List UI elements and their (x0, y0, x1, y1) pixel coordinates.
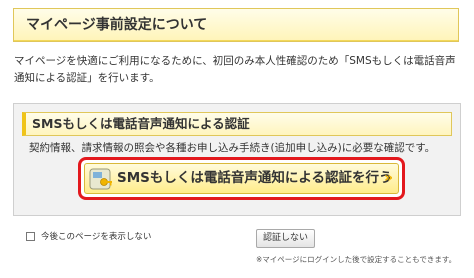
auth-panel-title: SMSもしくは電話音声通知による認証 (32, 116, 250, 131)
page-header: マイページ事前設定について (13, 8, 459, 42)
sms-voice-auth-button[interactable]: SMSもしくは電話音声通知による認証を行う » (84, 163, 399, 194)
auth-panel: SMSもしくは電話音声通知による認証 契約情報、請求情報の照会や各種お申し込み手… (13, 103, 461, 216)
double-chevron-right-icon: » (383, 170, 393, 186)
skip-auth-button[interactable]: 認証しない (256, 229, 315, 248)
auth-panel-description: 契約情報、請求情報の照会や各種お申し込み手続き(追加申し込み)に必要な確認です。 (29, 142, 436, 154)
auth-panel-header: SMSもしくは電話音声通知による認証 (22, 112, 452, 136)
page-title: マイページ事前設定について (26, 17, 208, 33)
intro-text: マイページを快適にご利用になるために、初回のみ本人性確認のため「SMSもしくは電… (14, 55, 456, 84)
settings-note: ※マイページにログインした後で設定することもできます。 (256, 255, 457, 264)
hide-page-option: 今後このページを表示しない (26, 229, 151, 243)
auth-button-label: SMSもしくは電話音声通知による認証を行う (117, 170, 393, 186)
hide-page-label[interactable]: 今後このページを表示しない (41, 230, 151, 242)
hide-page-checkbox[interactable] (26, 231, 35, 241)
phone-key-icon (89, 167, 113, 191)
auth-button-highlight: SMSもしくは電話音声通知による認証を行う » (78, 157, 405, 200)
